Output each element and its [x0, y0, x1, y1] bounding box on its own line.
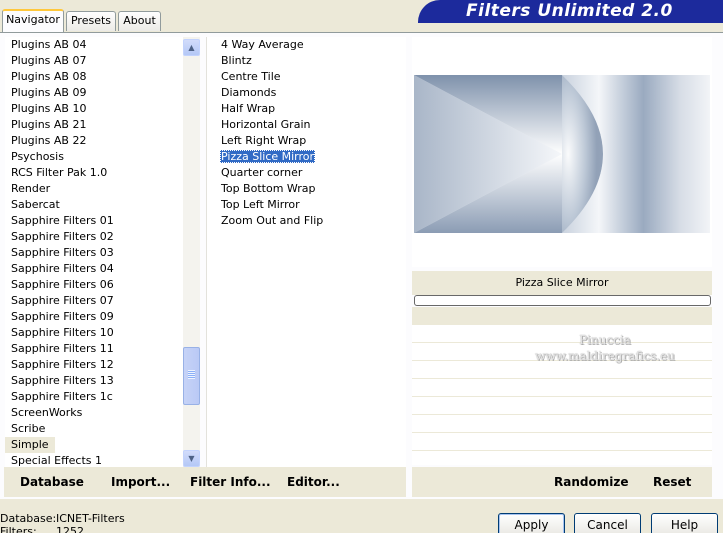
category-item[interactable]: Render	[5, 181, 183, 197]
progress-bar	[414, 295, 711, 306]
category-item[interactable]: Simple	[5, 437, 55, 453]
parameter-row	[412, 397, 712, 415]
preview-area	[412, 37, 712, 267]
header-banner: Filters Unlimited 2.0	[418, 0, 723, 23]
scroll-down-button[interactable]: ▼	[183, 450, 200, 467]
filters-count-value: 1252	[56, 525, 84, 533]
parameter-header	[412, 307, 712, 325]
scroll-up-button[interactable]: ▲	[183, 39, 200, 56]
category-item[interactable]: Sapphire Filters 06	[5, 277, 183, 293]
filter-item-label: Diamonds	[221, 86, 277, 99]
navigator-toolbar: Database Import... Filter Info... Editor…	[4, 467, 406, 497]
navigator-panel: Plugins AB 04 Plugins AB 07 Plugins AB 08 P…	[0, 32, 723, 499]
category-item[interactable]: Plugins AB 21	[5, 117, 183, 133]
editor-button[interactable]: Editor...	[287, 475, 340, 489]
filter-item[interactable]: Left Right Wrap	[207, 133, 406, 149]
category-item[interactable]: Psychosis	[5, 149, 183, 165]
filter-list[interactable]: 4 Way Average Blintz Centre Tile Diamonds Ha…	[206, 37, 406, 467]
filter-item-label: Blintz	[221, 54, 252, 67]
database-value: ICNET-Filters	[56, 512, 125, 525]
tab-presets[interactable]: Presets	[66, 11, 116, 31]
category-item[interactable]: Plugins AB 07	[5, 53, 183, 69]
scroll-thumb[interactable]	[183, 347, 200, 405]
category-item[interactable]: Sapphire Filters 01	[5, 213, 183, 229]
filter-item[interactable]: Quarter corner	[207, 165, 406, 181]
category-item[interactable]: Plugins AB 08	[5, 69, 183, 85]
database-info: Database:ICNET-Filters Filters: 1252	[0, 512, 125, 533]
parameter-rows	[412, 325, 712, 465]
category-item[interactable]: Sapphire Filters 11	[5, 341, 183, 357]
tab-about[interactable]: About	[118, 11, 161, 31]
apply-button[interactable]: Apply	[498, 513, 565, 533]
scroll-grip-icon	[188, 370, 195, 379]
category-item[interactable]: Sapphire Filters 03	[5, 245, 183, 261]
category-item[interactable]: Sapphire Filters 13	[5, 373, 183, 389]
preview-image	[414, 75, 710, 233]
category-item[interactable]: Sapphire Filters 10	[5, 325, 183, 341]
filters-count-label: Filters:	[0, 525, 37, 533]
category-item[interactable]: Sapphire Filters 12	[5, 357, 183, 373]
help-button[interactable]: Help	[651, 513, 718, 533]
filter-item[interactable]: Horizontal Grain	[207, 117, 406, 133]
filter-item[interactable]: 4 Way Average	[207, 37, 406, 53]
category-item[interactable]: Plugins AB 22	[5, 133, 183, 149]
filter-item[interactable]: Top Left Mirror	[207, 197, 406, 213]
filter-item[interactable]: Top Bottom Wrap	[207, 181, 406, 197]
filter-item-label: Centre Tile	[221, 70, 281, 83]
category-item[interactable]: RCS Filter Pak 1.0	[5, 165, 183, 181]
cancel-button[interactable]: Cancel	[574, 513, 641, 533]
parameter-row	[412, 343, 712, 361]
category-item[interactable]: Sapphire Filters 07	[5, 293, 183, 309]
filter-item[interactable]: Diamonds	[207, 85, 406, 101]
category-item[interactable]: Special Effects 1	[5, 453, 183, 467]
filter-item[interactable]: Half Wrap	[207, 101, 406, 117]
filter-item-label: 4 Way Average	[221, 38, 304, 51]
filter-item-label: Quarter corner	[221, 166, 303, 179]
database-label: Database:	[0, 512, 57, 525]
category-item[interactable]: Sapphire Filters 04	[5, 261, 183, 277]
category-item[interactable]: Sabercat	[5, 197, 183, 213]
category-item[interactable]: Plugins AB 09	[5, 85, 183, 101]
tab-navigator[interactable]: Navigator	[2, 9, 64, 32]
filter-item-label: Pizza Slice Mirror	[220, 150, 316, 163]
parameter-row	[412, 379, 712, 397]
randomize-button[interactable]: Randomize	[554, 475, 628, 489]
category-item[interactable]: Sapphire Filters 02	[5, 229, 183, 245]
filter-item[interactable]: Blintz	[207, 53, 406, 69]
filter-item-label: Top Left Mirror	[221, 198, 300, 211]
filter-item-label: Zoom Out and Flip	[221, 214, 324, 227]
reset-button[interactable]: Reset	[653, 475, 691, 489]
category-scrollbar[interactable]: ▲ ▼	[183, 37, 200, 467]
filter-item[interactable]: Pizza Slice Mirror	[207, 149, 406, 165]
category-list[interactable]: Plugins AB 04 Plugins AB 07 Plugins AB 08 P…	[5, 37, 183, 467]
filter-info-button[interactable]: Filter Info...	[190, 475, 271, 489]
app-title: Filters Unlimited 2.0	[466, 1, 673, 21]
parameter-row	[412, 325, 712, 343]
filter-item-label: Half Wrap	[221, 102, 276, 115]
filter-item-label: Top Bottom Wrap	[221, 182, 316, 195]
parameter-row	[412, 415, 712, 433]
filter-item-label: Horizontal Grain	[221, 118, 311, 131]
database-button[interactable]: Database	[20, 475, 84, 489]
category-item[interactable]: Plugins AB 10	[5, 101, 183, 117]
category-item[interactable]: Sapphire Filters 1c	[5, 389, 183, 405]
category-item[interactable]: Scribe	[5, 421, 183, 437]
category-item[interactable]: Plugins AB 04	[5, 37, 183, 53]
import-button[interactable]: Import...	[111, 475, 170, 489]
filter-item[interactable]: Zoom Out and Flip	[207, 213, 406, 229]
category-item[interactable]: Sapphire Filters 09	[5, 309, 183, 325]
selected-filter-name: Pizza Slice Mirror	[412, 271, 712, 295]
parameter-row	[412, 433, 712, 451]
filter-item-label: Left Right Wrap	[221, 134, 307, 147]
category-item[interactable]: ScreenWorks	[5, 405, 183, 421]
preview-toolbar: Randomize Reset	[412, 467, 712, 497]
filter-item[interactable]: Centre Tile	[207, 69, 406, 85]
parameter-row	[412, 361, 712, 379]
